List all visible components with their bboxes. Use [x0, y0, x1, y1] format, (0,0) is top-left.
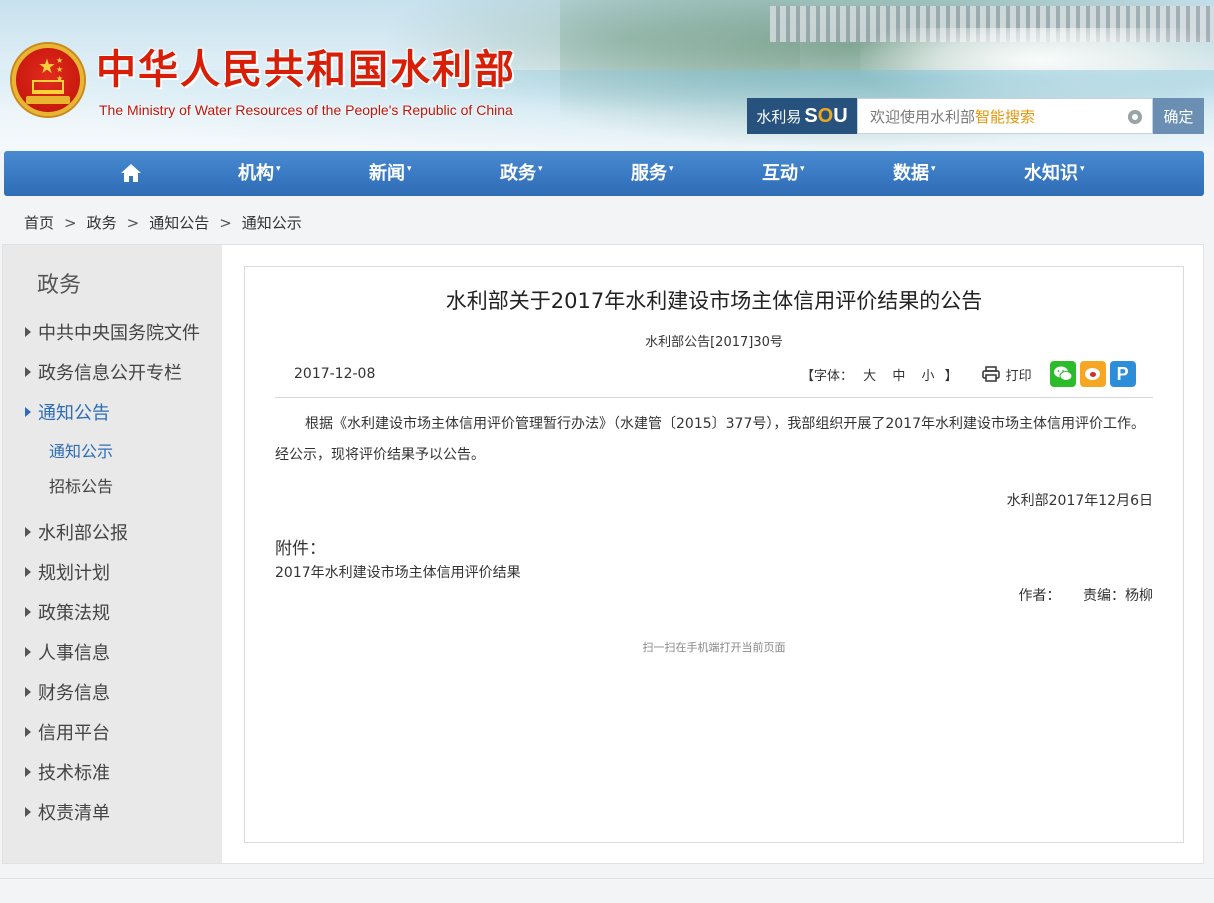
article-doc-number: 水利部公告[2017]30号 [645, 335, 783, 350]
editor-value: 杨柳 [1125, 588, 1153, 604]
font-size-medium[interactable]: 中 [892, 369, 905, 384]
triangle-right-icon [25, 327, 31, 337]
article-date: 2017-12-08 [294, 366, 376, 382]
nav-item-org[interactable]: 机构 ▾ [238, 151, 281, 196]
nav-item-data[interactable]: 数据 ▾ [893, 151, 936, 196]
triangle-right-icon [25, 527, 31, 537]
breadcrumb-home[interactable]: 首页 [24, 212, 54, 234]
breadcrumb-current[interactable]: 通知公示 [242, 212, 302, 234]
article-signature: 水利部2017年12月6日 [1006, 493, 1153, 509]
breadcrumb-separator: > [219, 214, 232, 232]
breadcrumb-notices[interactable]: 通知公告 [149, 212, 209, 234]
triangle-right-icon [25, 727, 31, 737]
article-divider [275, 397, 1153, 398]
sidebar-item-personnel[interactable]: 人事信息 [25, 639, 110, 665]
triangle-right-icon [25, 767, 31, 777]
sidebar-item-planning[interactable]: 规划计划 [25, 559, 110, 585]
attachment-link[interactable]: 2017年水利建设市场主体信用评价结果 [275, 562, 521, 582]
attachment-label: 附件： [275, 539, 326, 559]
article-body: 根据《水利建设市场主体信用评价管理暂行办法》（水建管〔2015〕377号），我部… [275, 416, 1145, 463]
triangle-right-icon [25, 607, 31, 617]
breadcrumb-affairs[interactable]: 政务 [87, 212, 117, 234]
breadcrumb-separator: > [126, 214, 140, 232]
search-submit-button[interactable]: 确定 [1153, 98, 1204, 134]
national-emblem-icon[interactable]: ★ ★ ★ ★ [12, 44, 84, 116]
article-authors: 作者： 责编：杨柳 [1019, 585, 1153, 605]
site-subtitle: The Ministry of Water Resources of the P… [99, 102, 513, 118]
sidebar-item-info-disclosure[interactable]: 政务信息公开专栏 [25, 359, 182, 385]
nav-item-interaction[interactable]: 互动 ▾ [762, 151, 805, 196]
triangle-right-icon [25, 407, 31, 417]
triangle-right-icon [25, 807, 31, 817]
people-share-icon[interactable]: P [1109, 361, 1136, 387]
wechat-icon[interactable] [1049, 361, 1076, 387]
site-title[interactable]: 中华人民共和国水利部 [96, 46, 516, 94]
weibo-icon[interactable] [1079, 361, 1106, 387]
sidebar-item-finance[interactable]: 财务信息 [25, 679, 110, 705]
sidebar-item-central-documents[interactable]: 中共中央国务院文件 [25, 319, 200, 345]
home-icon[interactable] [120, 163, 142, 183]
sidebar-item-policy[interactable]: 政策法规 [25, 599, 110, 625]
nav-item-services[interactable]: 服务 ▾ [631, 151, 674, 196]
triangle-right-icon [25, 647, 31, 657]
footer-divider [0, 878, 1214, 879]
article-tools: 【字体： 大 中 小 】 打印 P [801, 359, 1140, 389]
sidebar-subitem-bidding[interactable]: 招标公告 [49, 473, 113, 497]
font-size-small[interactable]: 小 [921, 369, 934, 384]
printer-icon [981, 366, 1000, 382]
sidebar-item-credit[interactable]: 信用平台 [25, 719, 110, 745]
editor-label: 责编： [1083, 588, 1125, 604]
breadcrumb: 首页 > 政务 > 通知公告 > 通知公示 [24, 212, 302, 234]
sidebar-title: 政务 [37, 273, 82, 298]
sidebar-item-standards[interactable]: 技术标准 [25, 759, 110, 785]
main-nav: 机构 ▾ 新闻 ▾ 政务 ▾ 服务 ▾ 互动 ▾ 数据 ▾ 水知识 ▾ [4, 151, 1204, 196]
search-bar: 水利易 SOU 欢迎使用水利部 智能搜索 确定 [747, 98, 1204, 134]
nav-item-news[interactable]: 新闻 ▾ [369, 151, 412, 196]
search-brand-logo: SOU [804, 104, 848, 127]
triangle-right-icon [25, 367, 31, 377]
sidebar-item-powers-list[interactable]: 权责清单 [25, 799, 110, 825]
search-brand: 水利易 SOU [747, 98, 857, 134]
triangle-right-icon [25, 687, 31, 697]
sidebar-subitem-notice-publicity[interactable]: 通知公示 [49, 438, 113, 462]
font-size-large[interactable]: 大 [863, 369, 876, 384]
sidebar: 政务 中共中央国务院文件 政务信息公开专栏 通知公告 通知公示 招标公告 水利部… [3, 245, 222, 863]
article: 水利部关于2017年水利建设市场主体信用评价结果的公告 水利部公告[2017]3… [244, 266, 1184, 843]
font-size-switcher: 【字体： 大 中 小 】 [801, 368, 958, 384]
sidebar-item-bulletin[interactable]: 水利部公报 [25, 519, 128, 545]
search-input[interactable]: 欢迎使用水利部 智能搜索 [857, 98, 1153, 134]
nav-item-water-knowledge[interactable]: 水知识 ▾ [1024, 151, 1085, 196]
article-title: 水利部关于2017年水利建设市场主体信用评价结果的公告 [445, 289, 983, 313]
author-label: 作者： [1018, 588, 1061, 604]
print-button[interactable]: 打印 [981, 365, 1032, 384]
gear-icon[interactable] [1128, 110, 1142, 124]
qr-code-tip: 扫一扫在手机端打开当前页面 [642, 641, 786, 654]
breadcrumb-separator: > [64, 214, 77, 232]
nav-item-affairs[interactable]: 政务 ▾ [500, 151, 543, 196]
sidebar-item-notices[interactable]: 通知公告 [25, 399, 110, 425]
triangle-right-icon [25, 567, 31, 577]
